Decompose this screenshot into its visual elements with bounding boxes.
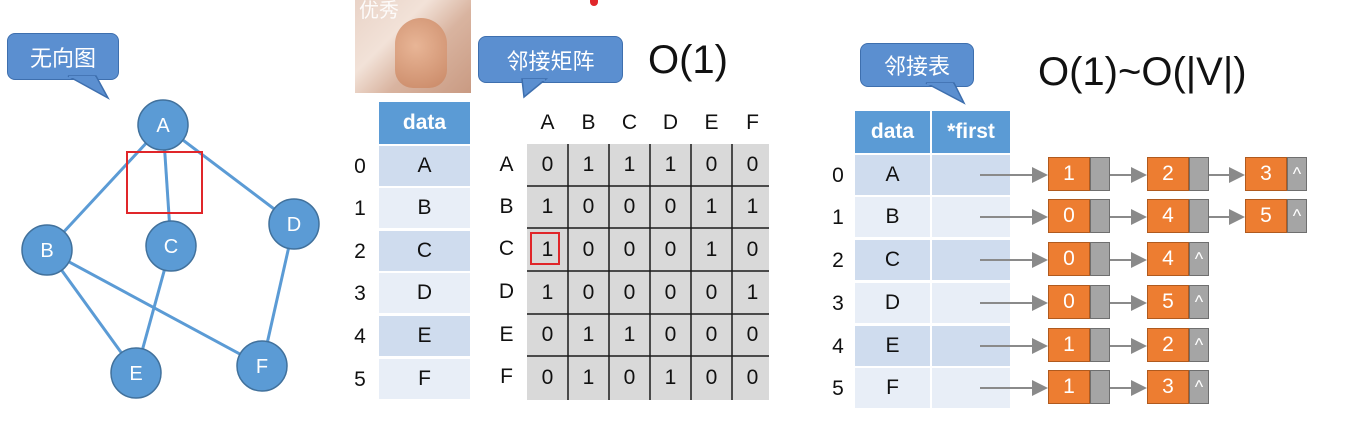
adjacency-list-arrows bbox=[980, 167, 1245, 396]
